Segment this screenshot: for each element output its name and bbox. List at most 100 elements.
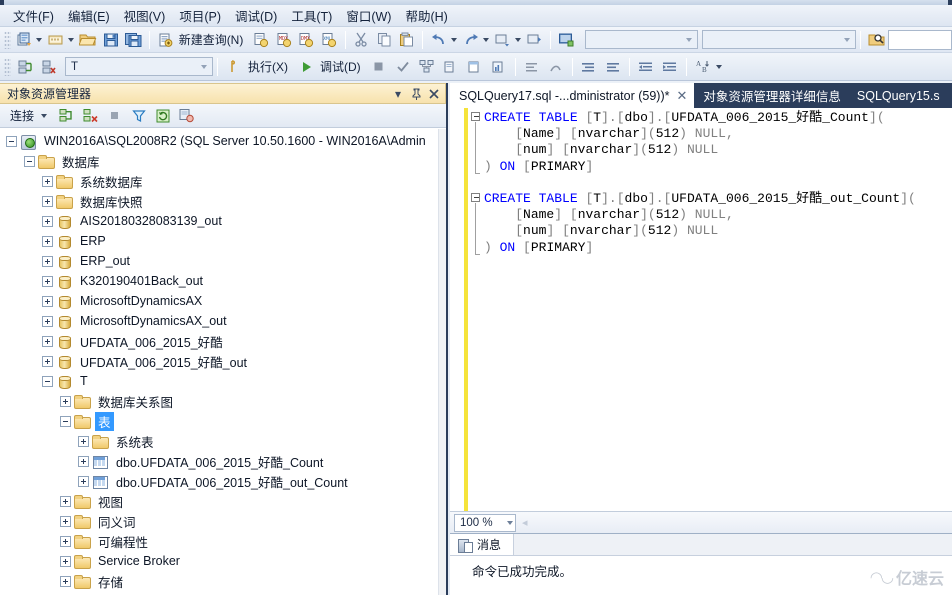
collapse-icon[interactable]: [42, 375, 53, 387]
parse-icon[interactable]: [392, 56, 414, 78]
debug-label[interactable]: 调试(D): [318, 58, 367, 75]
fold-toggle-icon[interactable]: [471, 112, 480, 121]
toolbar-combo-1[interactable]: [585, 30, 698, 49]
open-file-icon[interactable]: [77, 29, 98, 51]
redo-icon[interactable]: [460, 29, 481, 51]
tree-node[interactable]: MicrosoftDynamicsAX_out: [0, 311, 438, 331]
tree-node[interactable]: K320190401Back_out: [0, 271, 438, 291]
toolbar-grip[interactable]: [4, 57, 11, 76]
tree-node[interactable]: dbo.UFDATA_006_2015_好酷_out_Count: [0, 471, 438, 491]
expand-icon[interactable]: [60, 515, 71, 527]
expand-icon[interactable]: [42, 195, 53, 207]
object-explorer-tree[interactable]: WIN2016A\SQL2008R2 (SQL Server 10.50.160…: [0, 129, 438, 595]
new-project-dropdown-icon[interactable]: [36, 37, 43, 42]
new-database-query-icon[interactable]: [250, 29, 271, 51]
new-query-label[interactable]: 新建查询(N): [177, 31, 250, 48]
tree-node[interactable]: 数据库: [0, 151, 438, 171]
toolbar-grip[interactable]: [4, 30, 11, 49]
new-query-icon[interactable]: [155, 29, 176, 51]
execute-icon[interactable]: [223, 56, 245, 78]
expand-icon[interactable]: [42, 175, 53, 187]
menu-help[interactable]: 帮助(H): [398, 4, 454, 28]
object-explorer-scrollbar[interactable]: [438, 129, 446, 595]
filter-icon[interactable]: [128, 105, 150, 127]
tree-node[interactable]: 数据库快照: [0, 191, 438, 211]
uncomment-icon[interactable]: [602, 56, 624, 78]
expand-icon[interactable]: [60, 495, 71, 507]
refresh-icon[interactable]: [152, 105, 174, 127]
panel-dropdown-icon[interactable]: ▾: [390, 86, 406, 102]
expand-icon[interactable]: [42, 235, 53, 247]
close-icon[interactable]: [426, 86, 442, 102]
database-combo[interactable]: T: [65, 57, 213, 76]
new-analysis-xmla-query-icon[interactable]: XML: [319, 29, 340, 51]
navigate-forward-icon[interactable]: [524, 29, 545, 51]
tree-node[interactable]: 系统数据库: [0, 171, 438, 191]
expand-icon[interactable]: [60, 555, 71, 567]
menu-tools[interactable]: 工具(T): [284, 4, 339, 28]
decrease-indent-icon[interactable]: [635, 56, 657, 78]
save-icon[interactable]: [100, 29, 121, 51]
connect-icon[interactable]: [14, 56, 36, 78]
toolbar-combo-2[interactable]: [701, 30, 856, 49]
collapse-icon[interactable]: [60, 415, 71, 427]
menu-project[interactable]: 项目(P): [172, 4, 228, 28]
connect-button-label[interactable]: 连接: [8, 107, 40, 124]
tab-messages[interactable]: 消息: [450, 534, 515, 555]
disconnect-object-explorer-icon[interactable]: [80, 105, 102, 127]
menu-edit[interactable]: 编辑(E): [61, 4, 117, 28]
registered-servers-icon[interactable]: [556, 29, 577, 51]
tree-node[interactable]: WIN2016A\SQL2008R2 (SQL Server 10.50.160…: [0, 131, 438, 151]
include-actual-plan-icon[interactable]: [464, 56, 486, 78]
results-to-text-icon[interactable]: [521, 56, 543, 78]
collapse-icon[interactable]: [24, 155, 35, 167]
expand-icon[interactable]: [42, 215, 53, 227]
horizontal-scroll-left-arrow[interactable]: ◂: [522, 516, 528, 529]
tree-node[interactable]: 表: [0, 411, 438, 431]
tree-node[interactable]: 视图: [0, 491, 438, 511]
connect-object-explorer-icon[interactable]: [56, 105, 78, 127]
menu-view[interactable]: 视图(V): [117, 4, 173, 28]
expand-icon[interactable]: [60, 395, 71, 407]
script-icon[interactable]: [176, 105, 198, 127]
sql-editor[interactable]: CREATE TABLE [T].[dbo].[UFDATA_006_2015_…: [450, 108, 952, 511]
expand-icon[interactable]: [60, 535, 71, 547]
specify-values-icon[interactable]: A B: [692, 56, 714, 78]
new-item-icon[interactable]: [45, 29, 66, 51]
close-icon[interactable]: ✕: [677, 88, 688, 104]
cut-icon[interactable]: [351, 29, 372, 51]
expand-icon[interactable]: [78, 435, 89, 447]
paste-icon[interactable]: [396, 29, 417, 51]
disconnect-icon[interactable]: [38, 56, 60, 78]
tree-node[interactable]: MicrosoftDynamicsAX: [0, 291, 438, 311]
expand-icon[interactable]: [42, 355, 53, 367]
tree-node[interactable]: 数据库关系图: [0, 391, 438, 411]
connect-dropdown-icon[interactable]: [41, 113, 48, 118]
execute-label[interactable]: 执行(X): [246, 58, 294, 75]
tree-node[interactable]: ERP: [0, 231, 438, 251]
expand-icon[interactable]: [42, 255, 53, 267]
tree-node[interactable]: ERP_out: [0, 251, 438, 271]
new-analysis-dmx-query-icon[interactable]: DMX: [296, 29, 317, 51]
copy-icon[interactable]: [374, 29, 395, 51]
editor-tab[interactable]: SQLQuery17.sql -...dministrator (59))* ✕: [450, 83, 695, 108]
save-all-icon[interactable]: [123, 29, 144, 51]
fold-toggle-icon[interactable]: [471, 193, 480, 202]
new-project-icon[interactable]: [14, 29, 35, 51]
tree-node[interactable]: UFDATA_006_2015_好酷: [0, 331, 438, 351]
tree-node[interactable]: 可编程性: [0, 531, 438, 551]
include-client-statistics-icon[interactable]: [488, 56, 510, 78]
expand-icon[interactable]: [42, 275, 53, 287]
editor-fold-margin[interactable]: [468, 108, 484, 511]
display-estimated-plan-icon[interactable]: [416, 56, 438, 78]
menu-debug[interactable]: 调试(D): [228, 4, 284, 28]
tree-node[interactable]: 同义词: [0, 511, 438, 531]
tree-node[interactable]: T: [0, 371, 438, 391]
tree-node[interactable]: 系统表: [0, 431, 438, 451]
debug-icon[interactable]: [295, 56, 317, 78]
results-to-grid-icon[interactable]: [545, 56, 567, 78]
tree-node[interactable]: 存储: [0, 571, 438, 591]
redo-dropdown-icon[interactable]: [482, 37, 489, 42]
expand-icon[interactable]: [60, 575, 71, 587]
expand-icon[interactable]: [42, 315, 53, 327]
